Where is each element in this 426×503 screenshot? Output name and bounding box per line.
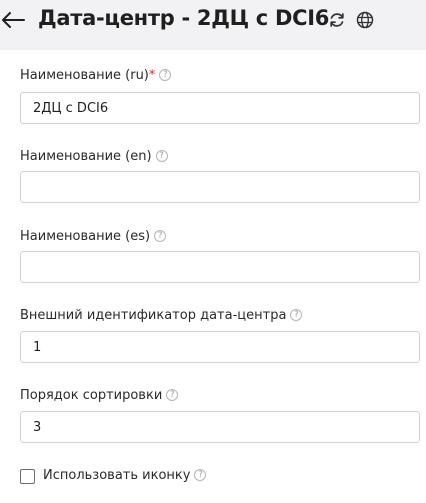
use-icon-checkbox[interactable] <box>20 469 35 484</box>
help-icon[interactable]: ? <box>154 229 167 242</box>
name-ru-input[interactable] <box>20 92 420 124</box>
field-label-text: Наименование (ru) <box>20 68 149 83</box>
field-label-name-en: Наименование (en)? <box>20 149 168 164</box>
sort-order-input[interactable] <box>20 411 420 443</box>
name-es-input[interactable] <box>20 251 420 283</box>
field-label-name-es: Наименование (es)? <box>20 229 167 244</box>
help-icon[interactable]: ? <box>166 388 179 401</box>
help-icon[interactable]: ? <box>290 308 303 321</box>
field-label-text: Порядок сортировки <box>20 388 163 403</box>
use-icon-label[interactable]: Использовать иконку? <box>43 468 207 483</box>
page-header: Дата-центр - 2ДЦ с DCI6 <box>0 0 426 44</box>
page-title: Дата-центр - 2ДЦ с DCI6 <box>38 6 330 30</box>
field-label-name-ru: Наименование (ru)*? <box>20 68 172 83</box>
field-label-sort-order: Порядок сортировки? <box>20 388 179 403</box>
checkbox-label-text: Использовать иконку <box>43 468 191 483</box>
external-id-input[interactable] <box>20 331 420 363</box>
help-icon[interactable]: ? <box>194 468 207 481</box>
refresh-icon[interactable] <box>327 10 347 30</box>
field-label-text: Внешний идентификатор дата-центра <box>20 308 287 323</box>
field-label-text: Наименование (es) <box>20 229 151 244</box>
required-mark: * <box>148 68 156 83</box>
field-label-text: Наименование (en) <box>20 149 152 164</box>
globe-icon[interactable] <box>355 10 375 30</box>
name-en-input[interactable] <box>20 171 420 203</box>
help-icon[interactable]: ? <box>159 68 172 81</box>
help-icon[interactable]: ? <box>155 149 168 162</box>
back-arrow-icon[interactable] <box>0 8 26 32</box>
field-label-external-id: Внешний идентификатор дата-центра? <box>20 308 303 323</box>
